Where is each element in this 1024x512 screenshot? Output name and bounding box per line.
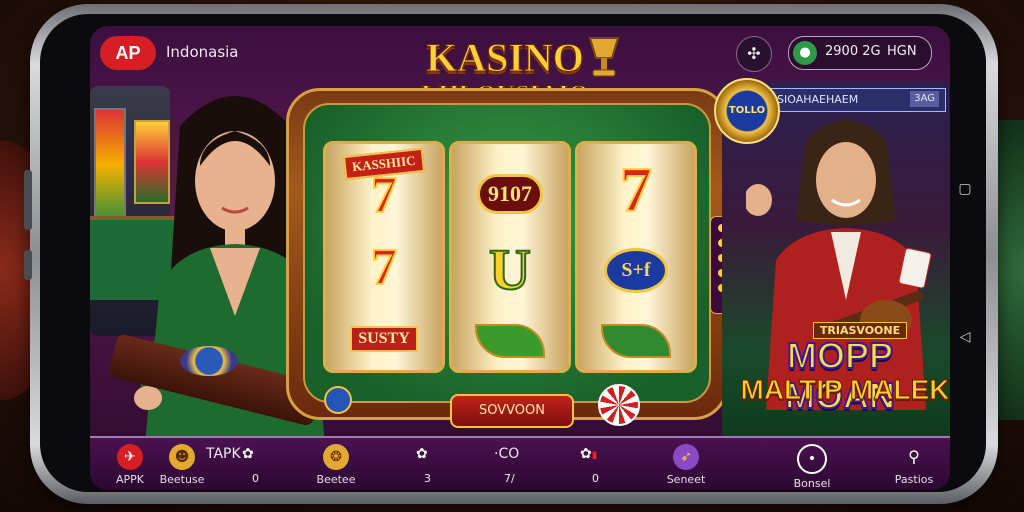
nav-extra-text: 7/ <box>504 472 515 485</box>
app-screen: AP Indonasia ✣ ● 2900 2G HGN KASINO LHLO… <box>90 26 950 490</box>
reel-symbol: 7 <box>370 167 398 225</box>
venue-sign: SIOAHAEHAEM 3AG <box>770 88 946 112</box>
reel-symbol: 9107 <box>477 174 543 214</box>
leaf-icon <box>475 324 545 358</box>
reel-symbol: S+f <box>604 248 668 293</box>
coin-button[interactable] <box>324 386 352 414</box>
nav-item-beetee[interactable]: ❂ Beetee <box>296 442 376 490</box>
nav-item-bonsel[interactable]: • Bonsel <box>772 442 852 490</box>
reel-3: 7 S+f <box>575 141 697 373</box>
app-logo: AP <box>100 36 156 70</box>
nav-item-pastios[interactable]: ⚲ Pastios <box>874 442 950 490</box>
promo-subtitle[interactable]: MALTIP MALEK <box>740 374 950 406</box>
phone-side-key <box>24 250 32 280</box>
reel-2: 9107 U <box>449 141 571 373</box>
coin-icon: ● <box>793 41 817 65</box>
paw-icon[interactable]: ✿▮ <box>580 446 597 462</box>
clover-icon: ✣ <box>747 44 761 63</box>
slot-screen <box>94 108 126 222</box>
nav-extra-text: 0 <box>592 472 599 485</box>
wallet-currency: HGN <box>887 44 917 59</box>
sign-text: SIOAHAEHAEM <box>777 93 859 106</box>
reel-symbol: 7 <box>619 154 653 225</box>
bird-icon: ✈ <box>117 444 143 470</box>
reel-symbol: 7 <box>370 239 398 297</box>
search-icon: ⚲ <box>908 447 920 466</box>
spin-button[interactable]: SOVVOON <box>450 394 574 428</box>
reels-panel: KASSHIIC 7 7 SUSTY 9107 U 7 S+f <box>303 103 711 403</box>
nav-label: Seneet <box>666 473 706 486</box>
nav-extra-text: 0 <box>252 472 259 485</box>
paw-icon[interactable]: ✿ <box>416 446 428 462</box>
menu-button[interactable]: ✣ <box>736 36 772 72</box>
nav-extra-text: ·CO <box>494 446 520 462</box>
paw-icon[interactable]: ✿ <box>242 446 254 462</box>
slot-machine: KASSHIIC 7 7 SUSTY 9107 U 7 S+f <box>286 88 728 420</box>
goblet-icon <box>588 37 620 77</box>
mascot-icon: ☻ <box>169 444 195 470</box>
nav-item-seneet[interactable]: ➶ Seneet <box>646 442 726 490</box>
phone-side-key <box>24 170 32 230</box>
nav-label: Beetee <box>316 473 356 486</box>
nav-label: Bonsel <box>793 477 831 490</box>
nav-extra-text: 3 <box>424 472 431 485</box>
bottom-nav: ✈ APPK ☻ Beetuse TAPK ✿ 0 ❂ Beetee ✿ 3 ·… <box>90 436 950 490</box>
nav-extra-text: TAPK <box>206 446 241 462</box>
award-badge: TOLLO <box>714 78 780 144</box>
chip-icon <box>180 346 238 376</box>
wallet[interactable]: ● 2900 2G HGN <box>788 36 932 70</box>
tiger-icon: ❂ <box>323 444 349 470</box>
region-label: Indonasia <box>166 43 239 61</box>
nav-label: Pastios <box>894 473 934 486</box>
sign-number: 3AG <box>910 91 939 107</box>
target-icon: • <box>797 444 827 474</box>
leaf-icon <box>601 324 671 358</box>
back-icon[interactable]: ◁ <box>956 328 974 346</box>
nav-label: Beetuse <box>159 473 205 486</box>
fish-icon: ➶ <box>673 444 699 470</box>
reel-symbol: U <box>488 237 532 302</box>
brand[interactable]: AP Indonasia <box>100 36 320 70</box>
reel-1: KASSHIIC 7 7 SUSTY <box>323 141 445 373</box>
wallet-balance: 2900 2G <box>825 44 881 59</box>
chip-icon <box>598 384 640 426</box>
reel-symbol: SUSTY <box>350 326 418 352</box>
recent-apps-icon[interactable]: ▢ <box>956 180 974 198</box>
